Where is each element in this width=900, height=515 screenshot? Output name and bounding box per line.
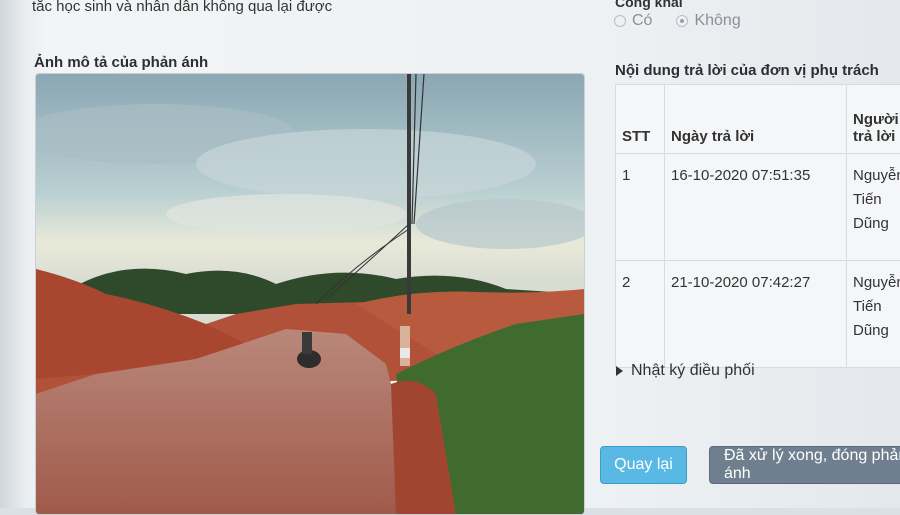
cell-responder: Nguyễn Tiến Dũng [847, 261, 900, 368]
radio-yes[interactable] [614, 15, 626, 27]
cell-date: 21-10-2020 07:42:27 [665, 261, 847, 368]
triangle-right-icon [616, 366, 623, 376]
photo-label: Ảnh mô tả của phản ánh [34, 54, 208, 71]
cell-stt: 1 [616, 154, 665, 261]
page: tắc học sinh và nhân dân không qua lại đ… [0, 0, 900, 508]
table-row: 1 16-10-2020 07:51:35 Nguyễn Tiến Dũng [616, 154, 900, 261]
public-radio-group: Có Không [614, 12, 759, 30]
coordination-log-label: Nhật ký điều phối [631, 362, 755, 380]
cell-date: 16-10-2020 07:51:35 [665, 154, 847, 261]
cell-responder: Nguyễn Tiến Dũng [847, 154, 900, 261]
col-header-stt: STT [616, 85, 665, 154]
col-header-date: Ngày trả lời [665, 85, 847, 154]
public-heading: Công khai [615, 0, 683, 10]
description-text: tắc học sinh và nhân dân không qua lại đ… [32, 0, 332, 15]
table-row: 2 21-10-2020 07:42:27 Nguyễn Tiến Dũng [616, 261, 900, 368]
radio-no-label: Không [694, 12, 740, 30]
table-header-row: STT Ngày trả lời Người trả lời [616, 85, 900, 154]
back-button[interactable]: Quay lại [600, 446, 687, 484]
coordination-log-toggle[interactable]: Nhật ký điều phối [616, 362, 755, 380]
radio-no[interactable] [676, 15, 688, 27]
reply-section-title: Nội dung trả lời của đơn vị phụ trách [615, 62, 879, 79]
radio-yes-label: Có [632, 12, 652, 30]
report-photo[interactable] [35, 73, 585, 515]
col-header-responder: Người trả lời [847, 85, 900, 154]
close-report-button[interactable]: Đã xử lý xong, đóng phản ánh [709, 446, 900, 484]
cell-stt: 2 [616, 261, 665, 368]
reply-table: STT Ngày trả lời Người trả lời 1 16-10-2… [615, 84, 900, 368]
photo-image [36, 74, 584, 514]
